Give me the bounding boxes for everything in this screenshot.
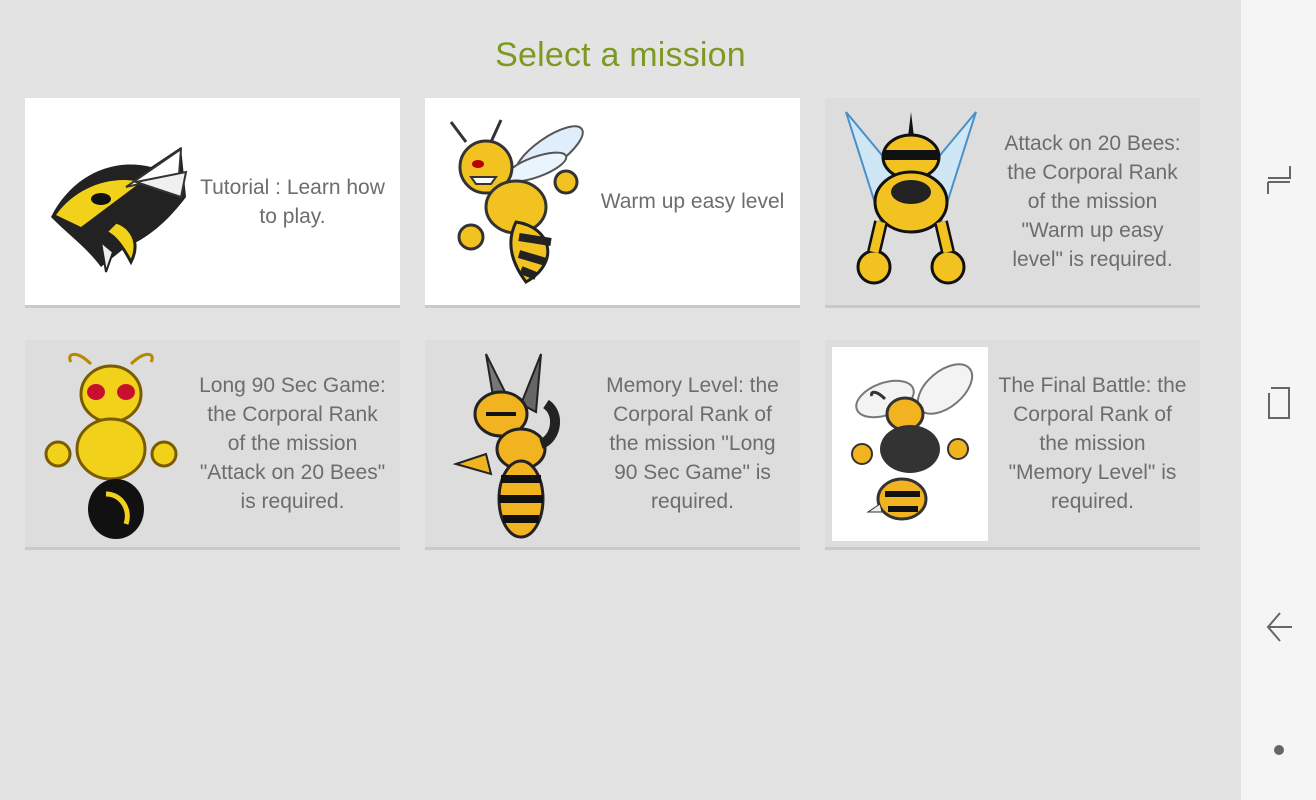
mission-label: Warm up easy level <box>600 190 785 213</box>
mission-card-warm-up[interactable]: Warm up easy level <box>425 98 800 308</box>
pointing-bee-icon <box>425 344 597 544</box>
mission-card-final-battle[interactable]: The Final Battle: the Corporal Rank of t… <box>825 340 1200 550</box>
mission-card-long-90-sec[interactable]: Long 90 Sec Game: the Corporal Rank of t… <box>25 340 400 550</box>
navigation-bar <box>1241 0 1316 800</box>
dot-icon <box>1273 745 1284 755</box>
angry-bee-icon <box>425 102 597 302</box>
mission-label: The Final Battle: the Corporal Rank of t… <box>998 374 1187 513</box>
hornet-fighter-icon <box>832 346 988 541</box>
page-title: Select a mission <box>495 36 746 74</box>
mission-label: Attack on 20 Bees: the Corporal Rank of … <box>1004 132 1181 271</box>
hornet-head-icon <box>25 102 197 302</box>
assistant-button[interactable] <box>1241 720 1316 780</box>
red-eyed-wasp-icon <box>25 344 197 544</box>
recent-apps-button[interactable] <box>1241 150 1316 210</box>
mission-grid: Tutorial : Learn how to play. Warm up ea… <box>25 98 1201 550</box>
mission-select-screen: Select a mission Tutorial : Learn how to <box>0 0 1241 800</box>
mission-card-memory-level[interactable]: Memory Level: the Corporal Rank of the m… <box>425 340 800 550</box>
mission-label: Tutorial : Learn how to play. <box>200 175 385 228</box>
game-screen: Select a mission Tutorial : Learn how to <box>0 0 1316 800</box>
back-button[interactable] <box>1241 597 1316 657</box>
recent-apps-icon <box>1266 166 1291 194</box>
home-button[interactable] <box>1241 373 1316 433</box>
home-icon <box>1267 387 1290 419</box>
mission-card-tutorial[interactable]: Tutorial : Learn how to play. <box>25 98 400 308</box>
mission-label: Memory Level: the Corporal Rank of the m… <box>606 374 779 513</box>
back-icon <box>1266 612 1292 642</box>
mission-label: Long 90 Sec Game: the Corporal Rank of t… <box>199 374 386 513</box>
mission-card-attack-20-bees[interactable]: Attack on 20 Bees: the Corporal Rank of … <box>825 98 1200 308</box>
muscle-bee-icon <box>825 102 997 302</box>
